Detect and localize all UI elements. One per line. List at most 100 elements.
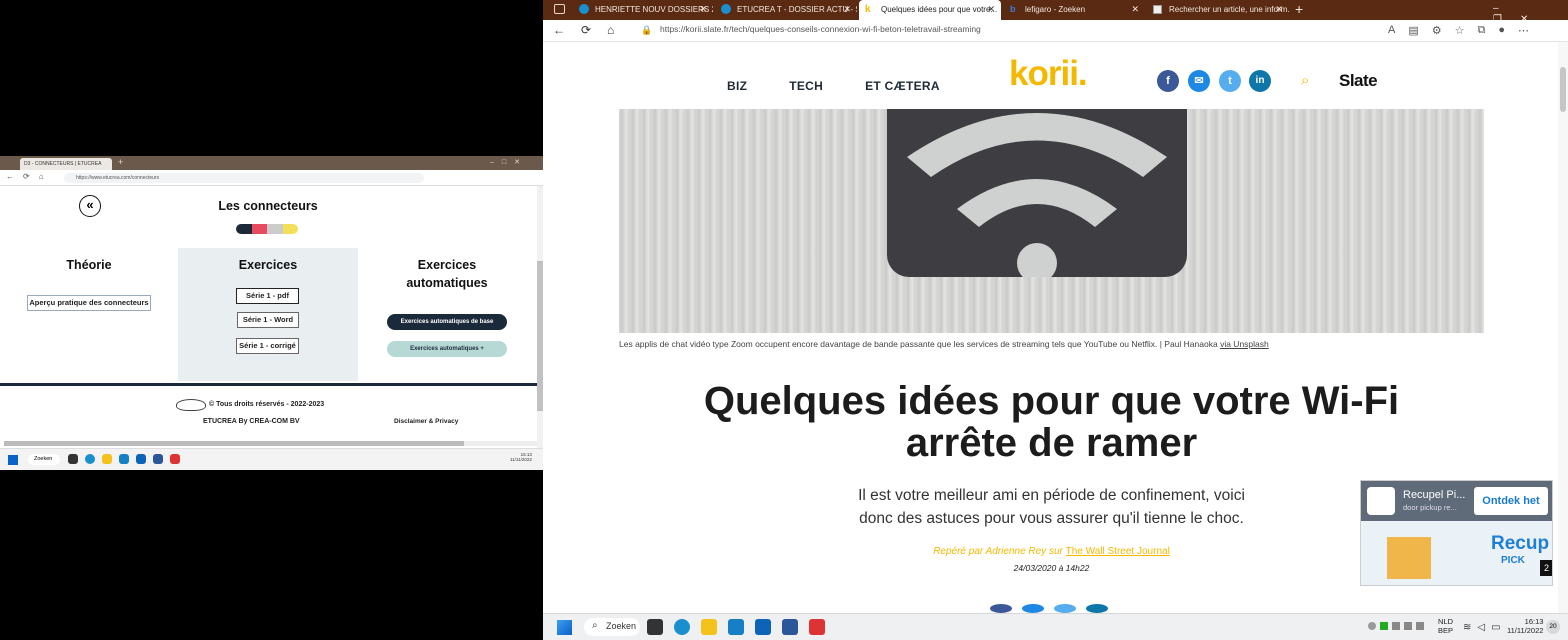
nav-etcaetera[interactable]: ET CÆTERA [865,79,940,93]
edge-icon[interactable] [85,454,95,464]
taskbar-apps[interactable] [647,619,825,635]
ad-subtitle: door pickup re... [1403,503,1457,512]
collections-icon[interactable]: ⧉ [1478,24,1486,37]
nav-biz[interactable]: BIZ [727,79,747,93]
share-facebook-icon[interactable] [990,604,1012,613]
serie-word-button[interactable]: Série 1 - Word [237,312,299,328]
ad-brand: Recup [1491,533,1550,554]
edge-icon[interactable] [674,619,690,635]
window-controls[interactable]: –□✕ [490,158,528,166]
tab-henriette[interactable]: HENRIETTE NOUV DOSSIERS 20...✕ [573,0,713,20]
snip-icon[interactable] [809,619,825,635]
folder-icon[interactable] [102,454,112,464]
tab-actions-icon[interactable] [554,4,565,14]
taskview-icon[interactable] [68,454,78,464]
color-key-icon [236,224,298,234]
search-icon[interactable]: ⌕ [1301,72,1309,89]
new-tab-icon[interactable]: + [1295,1,1303,17]
network-sound-battery-icon[interactable]: ≋◁▭ [1463,622,1507,633]
serie-corrige-button[interactable]: Série 1 - corrigé [236,338,299,354]
apercu-button[interactable]: Aperçu pratique des connecteurs [27,295,151,311]
theory-heading: Théorie [66,258,112,272]
refresh-icon[interactable]: ⟳ [581,23,591,37]
back-arrow-icon[interactable]: ← [553,23,565,37]
home-icon[interactable]: ⌂ [607,23,614,37]
auto-heading-1: Exercices [417,258,477,272]
facebook-icon[interactable]: f [1157,70,1179,92]
left-hscrollbar[interactable] [4,441,537,446]
ontdek-button[interactable]: Ontdek het [1474,487,1548,515]
left-url-field[interactable]: https://www.etucrea.com/connecteurs [64,173,424,183]
word-icon[interactable] [782,619,798,635]
right-tab-bar: HENRIETTE NOUV DOSSIERS 20...✕ ETUCREA T… [543,0,1568,25]
wifi-sign-icon [887,109,1187,277]
nav-tech[interactable]: TECH [789,79,823,93]
search-box[interactable]: ⌕ Zoeken [584,618,640,636]
notification-badge[interactable]: 20 [1546,620,1560,634]
start-icon[interactable] [557,620,572,635]
korii-logo[interactable]: korii. [1009,54,1088,94]
new-tab-icon[interactable]: + [118,157,123,167]
disclaimer-link[interactable]: Disclaimer & Privacy [394,418,458,425]
share-buttons[interactable] [990,604,1108,613]
image-caption: Les applis de chat vidéo type Zoom occup… [619,339,1269,349]
read-aloud-icon[interactable]: A [1388,24,1395,37]
article-date: 24/03/2020 à 14h22 [1013,563,1090,573]
snip-icon[interactable] [170,454,180,464]
left-clock: 16:13 11/11/2022 [510,452,532,462]
menu-icon[interactable]: ⋯ [1518,24,1529,37]
serie-pdf-button[interactable]: Série 1 - pdf [236,288,299,304]
auto-plus-button[interactable]: Exercices automatiques + [387,341,507,357]
article-headline: Quelques idées pour que votre Wi-Fi arrêt… [703,379,1400,465]
immersive-reader-icon[interactable]: ▤ [1408,24,1418,37]
left-search-box[interactable]: Zoeken [28,454,60,465]
unsplash-link[interactable]: via Unsplash [1220,339,1269,349]
outlook-icon[interactable] [136,454,146,464]
nav-buttons-icon[interactable]: ←⟳⌂ [6,172,53,181]
messenger-icon[interactable]: ✉ [1188,70,1210,92]
left-address-bar: ←⟳⌂ https://www.etucrea.com/connecteurs [0,170,543,186]
site-nav: BIZ TECH ET CÆTERA [727,77,940,95]
app-l-icon[interactable] [728,619,744,635]
start-icon[interactable] [8,455,18,465]
taskview-icon[interactable] [647,619,663,635]
left-tab-bar: D3 - CONNECTEURS | ETUCREA + –□✕ [0,156,543,170]
clock[interactable]: 16:13 11/11/2022 [1507,617,1543,635]
language-indicator[interactable]: NLD BEP [1438,617,1453,635]
twitter-icon[interactable]: t [1219,70,1241,92]
wsj-link[interactable]: The Wall Street Journal [1066,546,1170,557]
wifi-hero-image [619,109,1484,333]
share-messenger-icon[interactable] [1022,604,1044,613]
profile-icon[interactable]: ● [1498,24,1505,37]
tab-lefigaro[interactable]: b lefigaro - Zoeken ✕ [1003,0,1145,20]
word-icon[interactable] [153,454,163,464]
right-scrollbar[interactable] [1558,42,1568,613]
share-linkedin-icon[interactable] [1086,604,1108,613]
footer-divider [0,383,538,386]
ad-box-icon [1387,537,1431,579]
extensions-icon[interactable]: ⚙ [1432,24,1442,37]
app-l-icon[interactable] [119,454,129,464]
recupel-ad[interactable]: Recupel Pi... door pickup re... Ontdek h… [1360,480,1553,586]
slate-logo[interactable]: Slate [1339,71,1378,91]
lock-icon[interactable]: 🔒 [641,25,652,36]
back-chevron-icon[interactable]: « [79,195,101,217]
left-tab-connecteurs[interactable]: D3 - CONNECTEURS | ETUCREA [20,158,112,170]
browser-toolbar-icons[interactable]: A ▤ ⚙ ☆ ⧉ ● ⋯ [1388,24,1529,37]
tray-icons[interactable] [1368,622,1424,630]
copyright-text: © Tous droits réservés - 2022-2023 [209,401,325,408]
tab-etucrea[interactable]: ETUCREA T - DOSSIER ACTU - S... ✕ [715,0,857,20]
ad-title: Recupel Pi... [1403,489,1466,501]
auto-base-button[interactable]: Exercices automatiques de base [387,314,507,330]
outlook-icon[interactable] [755,619,771,635]
tab-rechercher[interactable]: Rechercher un article, une inform... ✕ [1147,0,1289,20]
share-twitter-icon[interactable] [1054,604,1076,613]
folder-icon[interactable] [701,619,717,635]
right-taskbar: ⌕ Zoeken NLD BEP ≋◁▭ 16:13 11/11/2022 20 [543,613,1568,640]
favorites-icon[interactable]: ☆ [1455,24,1465,37]
car-logo-icon [176,399,206,411]
right-url-field[interactable]: https://korii.slate.fr/tech/quelques-con… [660,24,981,34]
linkedin-icon[interactable]: in [1249,70,1271,92]
left-taskbar-apps[interactable] [68,454,180,464]
tab-korii-active[interactable]: k Quelques idées pour que votre... ✕ [859,0,1001,20]
